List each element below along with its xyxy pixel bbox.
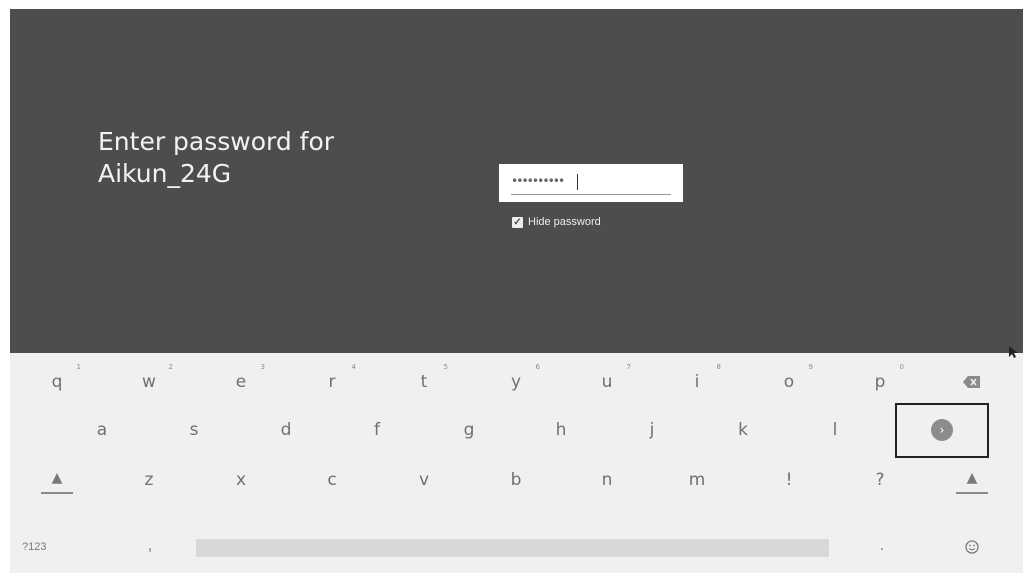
key-number-hint: 9 [808, 363, 813, 371]
shift-key-left[interactable]: ▲ [25, 462, 89, 502]
key-w[interactable]: w2 [117, 362, 181, 402]
key-i[interactable]: i8 [665, 362, 729, 402]
key-label: m [688, 470, 706, 490]
key-label: j [649, 420, 655, 440]
key-g[interactable]: g [437, 410, 501, 450]
password-value: •••••••••• [511, 174, 565, 188]
hide-password-label: Hide password [528, 216, 601, 228]
key-v[interactable]: v [392, 460, 456, 500]
key-number-hint: 0 [899, 363, 904, 371]
text-caret [577, 174, 578, 190]
key-number-hint: 2 [168, 363, 173, 371]
key-label: a [96, 420, 108, 440]
key-label: u [601, 372, 613, 392]
hide-password-toggle[interactable]: ✓ Hide password [512, 214, 601, 230]
key-label: c [327, 470, 337, 490]
backspace-icon [963, 376, 980, 388]
space-bar[interactable] [196, 539, 829, 557]
key-label: i [694, 372, 700, 392]
key-label: g [463, 420, 475, 440]
key-label: d [280, 420, 292, 440]
key-number-hint: 1 [76, 363, 81, 371]
hide-password-checkbox[interactable]: ✓ [512, 216, 523, 228]
key-n[interactable]: n [575, 460, 639, 500]
key-m[interactable]: m [665, 460, 729, 500]
key-j[interactable]: j [620, 410, 684, 450]
key-number-hint: 6 [535, 363, 540, 371]
key-number-hint: 8 [716, 363, 721, 371]
key-label: t [420, 372, 428, 392]
password-prompt: Enter password for Aikun_24G [98, 126, 334, 190]
input-underline [511, 194, 671, 195]
enter-key-highlight [895, 403, 989, 458]
password-dialog: Enter password for Aikun_24G •••••••••• … [10, 9, 1023, 353]
emoji-key[interactable] [960, 536, 984, 558]
key-l[interactable]: l [803, 410, 867, 450]
key-c[interactable]: c [300, 460, 364, 500]
key-label: b [510, 470, 522, 490]
key-q[interactable]: q1 [25, 362, 89, 402]
key-label: f [374, 420, 380, 440]
mouse-pointer-icon [1009, 346, 1018, 358]
key-k[interactable]: k [711, 410, 775, 450]
key-question[interactable]: ? [848, 460, 912, 500]
key-d[interactable]: d [254, 410, 318, 450]
key-label: s [189, 420, 199, 440]
key-label: y [510, 372, 522, 392]
password-input[interactable]: •••••••••• [499, 164, 683, 202]
key-exclamation[interactable]: ! [757, 460, 821, 500]
backspace-key[interactable] [940, 362, 1004, 402]
key-b[interactable]: b [484, 460, 548, 500]
key-u[interactable]: u7 [575, 362, 639, 402]
key-label: x [235, 470, 247, 490]
key-label: z [144, 470, 154, 490]
key-number-hint: 4 [351, 363, 356, 371]
key-label: n [601, 470, 613, 490]
key-label: r [328, 372, 336, 392]
key-p[interactable]: p0 [848, 362, 912, 402]
key-a[interactable]: a [70, 410, 134, 450]
key-label: e [235, 372, 247, 392]
key-label: h [555, 420, 567, 440]
symbols-key[interactable]: ?123 [22, 537, 78, 557]
key-number-hint: 7 [626, 363, 631, 371]
key-t[interactable]: t5 [392, 362, 456, 402]
key-h[interactable]: h [529, 410, 593, 450]
key-s[interactable]: s [162, 410, 226, 450]
key-f[interactable]: f [345, 410, 409, 450]
key-y[interactable]: y6 [484, 362, 548, 402]
shift-icon: ▲ [41, 470, 73, 494]
key-label: ! [785, 470, 793, 490]
key-label: w [142, 372, 156, 392]
shift-icon: ▲ [956, 470, 988, 494]
key-label: p [874, 372, 886, 392]
comma-key[interactable]: , [140, 534, 160, 558]
key-label: v [418, 470, 430, 490]
key-x[interactable]: x [209, 460, 273, 500]
key-label: l [832, 420, 838, 440]
shift-key-right[interactable]: ▲ [940, 462, 1004, 502]
emoji-icon [965, 540, 979, 554]
key-label: o [783, 372, 795, 392]
key-number-hint: 3 [260, 363, 265, 371]
network-name: Aikun_24G [98, 159, 232, 188]
period-key[interactable]: . [872, 534, 892, 558]
prompt-line-1: Enter password for [98, 127, 335, 156]
key-number-hint: 5 [443, 363, 448, 371]
key-e[interactable]: e3 [209, 362, 273, 402]
key-z[interactable]: z [117, 460, 181, 500]
key-label: q [51, 372, 63, 392]
key-label: k [738, 420, 748, 440]
key-o[interactable]: o9 [757, 362, 821, 402]
key-r[interactable]: r4 [300, 362, 364, 402]
key-label: ? [875, 470, 885, 490]
